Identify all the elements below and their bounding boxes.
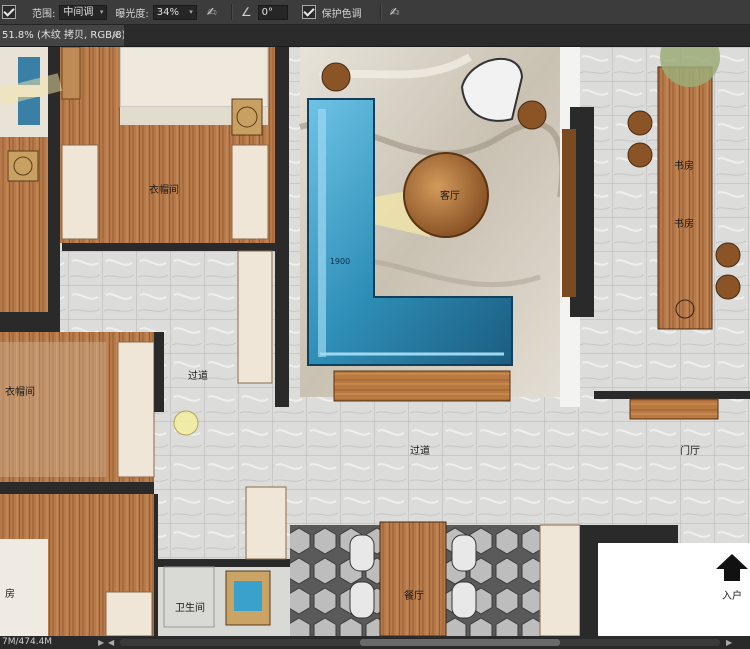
chevron-down-icon: ▾ [99,7,104,16]
dining-table [379,521,447,636]
angle-value: 0° [261,6,273,18]
room-label-wardrobe-left: 衣帽间 [5,385,35,398]
scrollbar-thumb[interactable] [360,639,560,646]
room-label-hall-left: 过道 [188,369,208,382]
room-label-dining: 餐厅 [404,589,424,602]
protect-tones-label: 保护色调 [321,8,362,20]
document-size: 7M/474.4M [2,637,53,647]
range-select[interactable]: 中间调 ▾ [59,4,108,20]
room-label-bedroom-partial: 房 [5,587,15,600]
pressure-icon[interactable]: ✍ [390,5,400,19]
room-label-wardrobe-top: 衣帽间 [149,183,179,196]
chevron-right-icon[interactable]: ▶ [98,636,104,649]
room-label-entry: 入户 [722,589,742,602]
angle-icon: ∠ [240,5,252,19]
document-tab[interactable]: 51.8% (木纹 拷贝, RGB/8) * × [0,25,124,46]
tv-console [333,370,511,402]
exposure-value: 34% [156,6,179,18]
study-desk [657,66,713,330]
sofa-dimension-label: 1900 [330,257,350,266]
room-label-living: 客厅 [440,189,460,202]
chevron-down-icon: ▾ [189,7,193,16]
separator [230,4,233,20]
room-label-bathroom: 卫生间 [175,601,205,614]
room-label-hall-center: 过道 [410,444,430,457]
airbrush-icon[interactable]: ✍ [207,5,217,19]
angle-input[interactable]: 0° [257,4,288,20]
floor-plan: 衣帽间 衣帽间 客厅 1900 书房 书房 过道 过道 门厅 卫生间 餐厅 入户… [0,47,750,636]
entry-area [598,543,750,636]
canvas-area[interactable]: 衣帽间 衣帽间 客厅 1900 书房 书房 过道 过道 门厅 卫生间 餐厅 入户… [0,47,750,636]
range-label: 范围: [32,8,56,20]
document-tab-title: 51.8% (木纹 拷贝, RGB/8) * [2,30,124,41]
close-icon[interactable]: × [112,25,120,46]
status-bar: 7M/474.4M ▶ ◀ ▶ [0,636,750,649]
tool-preset-checkbox[interactable] [2,5,16,19]
room-label-study-a: 书房 [674,159,694,172]
room-label-foyer: 门厅 [680,444,700,457]
document-tab-bar: 51.8% (木纹 拷贝, RGB/8) * × [0,25,750,47]
protect-tones-checkbox[interactable] [301,5,316,19]
chevron-right-icon[interactable]: ▶ [726,636,732,649]
chevron-left-icon[interactable]: ◀ [108,636,114,649]
exposure-input[interactable]: 34% ▾ [152,4,197,20]
options-bar: 范围: 中间调 ▾ 曝光度: 34% ▾ ✍ ∠ 0° 保护色调 ✍ [0,0,750,25]
range-value: 中间调 [63,6,94,18]
horizontal-scrollbar[interactable] [120,639,720,646]
separator [379,4,382,20]
room-label-study-b: 书房 [674,217,694,230]
exposure-label: 曝光度: [115,8,149,20]
